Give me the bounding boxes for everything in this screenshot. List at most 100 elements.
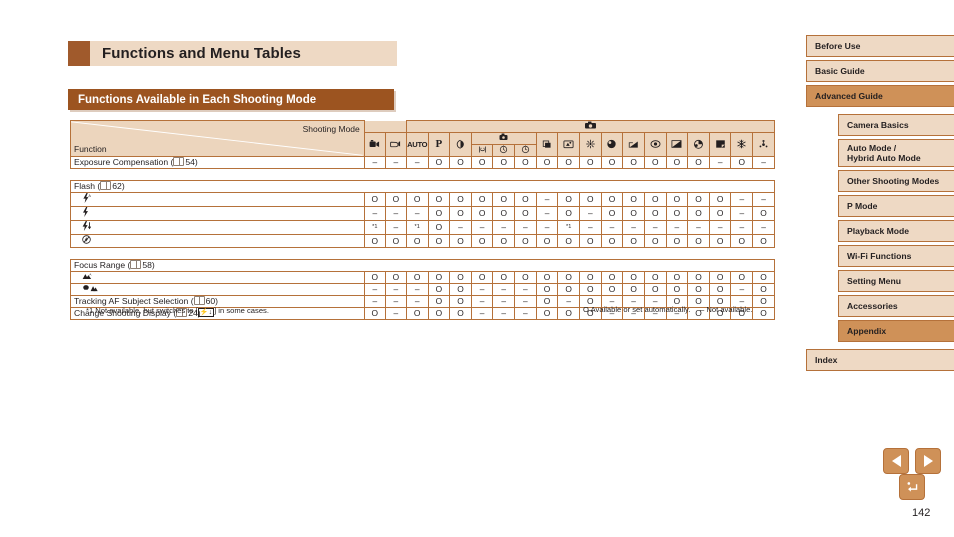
sidebar-item-label: Advanced Guide bbox=[815, 91, 883, 101]
matrix-cell: – bbox=[405, 206, 429, 222]
mode-icon-face-selftimer[interactable] bbox=[514, 143, 537, 158]
sidebar-item-advanced-guide[interactable]: Advanced Guide bbox=[806, 85, 954, 107]
next-page-button[interactable] bbox=[915, 448, 941, 474]
sidebar-item-setting-menu[interactable]: Setting Menu bbox=[838, 270, 954, 292]
camera-glyph-icon bbox=[584, 121, 596, 129]
matrix-cell: O bbox=[622, 283, 645, 297]
function-name-cell bbox=[70, 220, 365, 236]
sidebar-item-p-mode[interactable]: P Mode bbox=[838, 195, 954, 217]
matrix-cell: O bbox=[752, 307, 775, 321]
matrix-cell: O bbox=[600, 271, 624, 285]
function-group-label: Flash (62) bbox=[70, 180, 775, 194]
matrix-cell: O bbox=[643, 206, 667, 222]
sidebar-item-appendix[interactable]: Appendix bbox=[838, 320, 954, 342]
matrix-cell: O bbox=[665, 234, 689, 249]
mode-icon-smile[interactable] bbox=[470, 143, 494, 158]
mode-icon-poster[interactable] bbox=[708, 131, 732, 158]
table-row: – – – O O – – – O O O O O O O O O – O bbox=[70, 283, 775, 297]
sidebar-item-auto-mode[interactable]: Auto Mode / Hybrid Auto Mode bbox=[838, 139, 954, 167]
matrix-header-row-top: Shooting Mode Function bbox=[70, 119, 776, 158]
footnote-post: ] in some cases. bbox=[214, 306, 269, 315]
sidebar-item-basic-guide[interactable]: Basic Guide bbox=[806, 60, 954, 82]
matrix-cell: O bbox=[427, 220, 451, 236]
back-button[interactable] bbox=[899, 474, 925, 500]
sidebar-item-label: P Mode bbox=[847, 201, 878, 211]
matrix-cell: O bbox=[600, 234, 624, 249]
table-row: A O O O O O O O O – O O O O O O O O – – bbox=[70, 192, 775, 208]
matrix-cell: – bbox=[470, 283, 494, 297]
matrix-cell: O bbox=[492, 234, 516, 249]
sidebar-item-index[interactable]: Index bbox=[806, 349, 954, 371]
sidebar-item-before-use[interactable]: Before Use bbox=[806, 35, 954, 57]
mode-icon-fisheye[interactable] bbox=[600, 131, 624, 158]
mode-icon-movie[interactable] bbox=[363, 131, 386, 158]
matrix-cell: O bbox=[405, 307, 429, 321]
mode-icon-auto[interactable]: AUTO bbox=[405, 131, 429, 158]
mode-icon-hybrid[interactable] bbox=[384, 131, 407, 158]
flash-off-icon bbox=[82, 235, 91, 247]
sidebar-item-other-shooting-modes[interactable]: Other Shooting Modes bbox=[838, 170, 954, 192]
matrix-cell: O bbox=[514, 156, 537, 170]
mode-icon-portrait[interactable] bbox=[449, 131, 472, 158]
mode-icon-miniature[interactable] bbox=[622, 131, 645, 158]
matrix-cell: *1 bbox=[405, 220, 429, 236]
matrix-cell: – bbox=[514, 283, 537, 297]
matrix-cell: O bbox=[427, 271, 451, 285]
function-name-cell: A bbox=[70, 271, 365, 285]
matrix-cell: O bbox=[600, 283, 624, 297]
matrix-cell: – bbox=[752, 220, 775, 236]
matrix-cell: O bbox=[752, 271, 775, 285]
matrix-cell: – bbox=[470, 220, 494, 236]
sidebar-item-playback-mode[interactable]: Playback Mode bbox=[838, 220, 954, 242]
row-spacer bbox=[71, 248, 775, 260]
matrix-cell: O bbox=[557, 271, 580, 285]
mode-icon-program[interactable]: P bbox=[427, 131, 451, 158]
sidebar-item-label: Auto Mode / Hybrid Auto Mode bbox=[847, 142, 921, 164]
program-icon: P bbox=[435, 138, 443, 151]
matrix-cell: O bbox=[665, 271, 689, 285]
matrix-cell: O bbox=[708, 283, 732, 297]
hybrid-auto-icon bbox=[390, 139, 401, 151]
mode-icon-toycam[interactable] bbox=[643, 131, 667, 158]
matrix-cell: – bbox=[578, 206, 602, 222]
mode-icon-mono[interactable] bbox=[665, 131, 689, 158]
matrix-cell: O bbox=[427, 192, 451, 208]
mode-icon-wink-selftimer[interactable] bbox=[492, 143, 516, 158]
matrix-cell: – bbox=[708, 220, 732, 236]
matrix-cell: O bbox=[492, 192, 516, 208]
sidebar-item-accessories[interactable]: Accessories bbox=[838, 295, 954, 317]
matrix-cell: O bbox=[449, 295, 472, 309]
matrix-cell: O bbox=[405, 234, 429, 249]
movie-digest-icon bbox=[369, 139, 380, 151]
sidebar-item-camera-basics[interactable]: Camera Basics bbox=[838, 114, 954, 136]
matrix-cell: O bbox=[557, 156, 580, 170]
mode-icon-longshutter[interactable] bbox=[752, 131, 775, 158]
handheld-icon bbox=[542, 139, 553, 151]
matrix-cell: O bbox=[752, 283, 775, 297]
matrix-cell: – bbox=[492, 220, 516, 236]
matrix-cell: *1 bbox=[363, 220, 386, 236]
matrix-cell: O bbox=[622, 206, 645, 222]
mode-icon-lowlight[interactable] bbox=[557, 131, 580, 158]
matrix-cell: O bbox=[752, 206, 775, 222]
normal-focus-icon: A bbox=[82, 273, 93, 283]
matrix-cell: – bbox=[384, 220, 407, 236]
table-row: Focus Range (58) bbox=[70, 259, 775, 273]
matrix-cell: O bbox=[492, 206, 516, 222]
matrix-cell: O bbox=[363, 234, 386, 249]
mode-icon-handheld[interactable] bbox=[535, 131, 559, 158]
face-selftimer-glyph-icon bbox=[521, 145, 529, 154]
matrix-cell: O bbox=[405, 271, 429, 285]
mode-icon-snow[interactable] bbox=[730, 131, 754, 158]
matrix-cell: O bbox=[470, 271, 494, 285]
mode-icon-vivid[interactable] bbox=[687, 131, 710, 158]
sidebar-item-wi-fi-functions[interactable]: Wi-Fi Functions bbox=[838, 245, 954, 267]
function-name-cell bbox=[70, 234, 365, 249]
header-corner: Shooting Mode Function bbox=[70, 119, 365, 158]
mode-icon-fireworks[interactable] bbox=[578, 131, 602, 158]
page-title-label: Functions and Menu Tables bbox=[102, 45, 301, 62]
footnote-asterisk: *1 Not available, but switches to [⚡↓] i… bbox=[86, 306, 269, 317]
matrix-cell: O bbox=[643, 283, 667, 297]
previous-page-button[interactable] bbox=[883, 448, 909, 474]
function-name-cell: A bbox=[70, 192, 365, 208]
